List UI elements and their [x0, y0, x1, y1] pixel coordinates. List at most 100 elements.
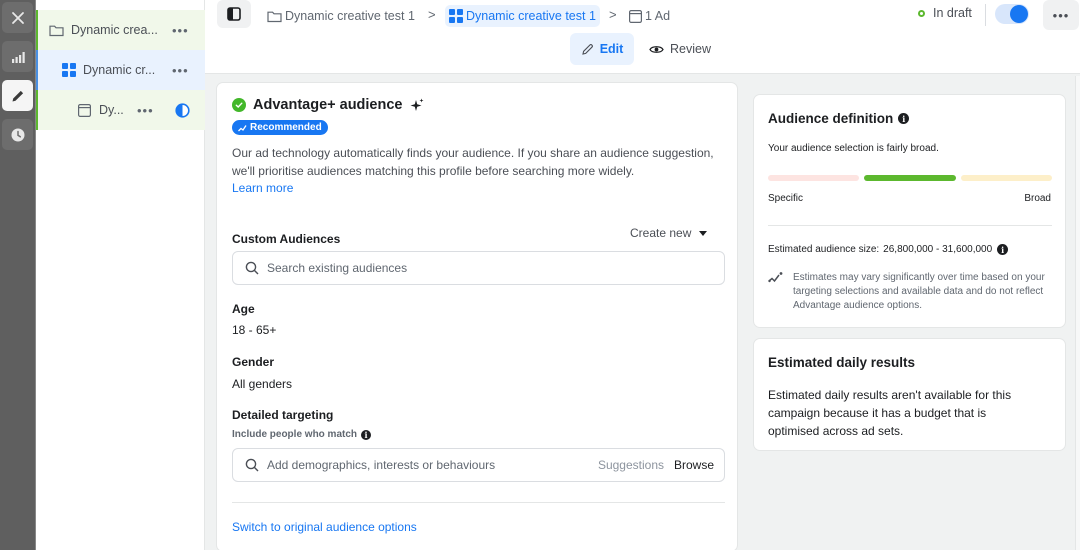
ad-icon — [78, 103, 91, 117]
suggestions-button[interactable]: Suggestions — [598, 458, 664, 472]
custom-audience-search[interactable] — [232, 251, 725, 285]
history-button[interactable] — [2, 119, 33, 150]
info-icon[interactable]: i — [997, 244, 1009, 255]
ad-icon — [629, 9, 642, 23]
breadcrumb-label: Dynamic creative test 1 — [285, 9, 415, 23]
age-label: Age — [232, 302, 255, 316]
close-button[interactable] — [2, 2, 33, 33]
section-title-text: Advantage+ audience — [253, 97, 403, 113]
tree-item-campaign[interactable]: Dynamic crea... ••• — [36, 10, 205, 50]
breadcrumb-separator: > — [428, 7, 436, 22]
age-value[interactable]: 18 - 65+ — [232, 323, 276, 337]
meter-segment-specific — [768, 175, 859, 181]
estimated-daily-results-card: Estimated daily results Estimated daily … — [753, 338, 1066, 451]
status-label: In draft — [933, 6, 972, 20]
description: Our ad technology automatically finds yo… — [232, 145, 732, 198]
pencil-icon — [581, 43, 593, 55]
learn-more-link[interactable]: Learn more — [232, 181, 293, 195]
estimate-note-text: Estimates may vary significantly over ti… — [793, 272, 1045, 311]
tree-item-ad-set[interactable]: Dynamic cr... ••• — [36, 50, 205, 90]
estimated-audience-size: Estimated audience size: 26,800,000 - 31… — [768, 244, 1009, 255]
card-title: Estimated daily results — [768, 355, 916, 370]
divider — [985, 4, 986, 26]
caret-down-icon — [699, 230, 708, 236]
tree-item-label: Dynamic cr... — [83, 63, 156, 77]
pencil-icon — [12, 90, 23, 101]
info-icon[interactable]: i — [898, 113, 910, 124]
include-label-text: Include people who match — [232, 429, 358, 440]
audience-definition-card: Audience definition i Your audience sele… — [753, 94, 1066, 328]
breadcrumb-label: 1 Ad — [645, 9, 671, 23]
campaign-tree: Dynamic crea... ••• Dynamic cr... ••• Dy… — [36, 0, 205, 550]
ad-on-off-toggle[interactable] — [995, 4, 1029, 24]
breadcrumb-separator: > — [609, 7, 617, 22]
close-icon — [11, 11, 24, 24]
grid-icon — [62, 63, 76, 77]
eye-icon — [649, 45, 664, 53]
gender-label: Gender — [232, 355, 275, 369]
detailed-targeting-label: Detailed targeting — [232, 408, 334, 422]
tree-item-ad[interactable]: Dy... ••• — [36, 90, 205, 130]
status-dot-icon — [918, 9, 925, 17]
section-title: Advantage+ audience — [232, 97, 424, 113]
gender-value[interactable]: All genders — [232, 377, 292, 391]
estimated-size-label: Estimated audience size: — [768, 244, 880, 255]
toggle-panel-button[interactable] — [217, 0, 251, 28]
switch-audience-options-link[interactable]: Switch to original audience options — [232, 520, 417, 534]
tree-item-label: Dynamic crea... — [71, 23, 158, 37]
estimate-note: Estimates may vary significantly over ti… — [768, 271, 1051, 313]
more-options-button[interactable]: ••• — [172, 63, 189, 78]
clock-icon — [11, 128, 24, 141]
review-tab[interactable]: Review — [649, 33, 711, 65]
card-title: Audience definition i — [768, 111, 910, 126]
more-options-button[interactable]: ••• — [172, 23, 189, 38]
edit-mode-button[interactable] — [2, 80, 33, 111]
badge-label: Recommended — [250, 122, 322, 133]
include-label: Include people who match i — [232, 429, 372, 440]
top-bar: Dynamic creative test 1 > Dynamic creati… — [205, 0, 1080, 74]
meter-segment-middle — [864, 175, 956, 181]
divider — [232, 502, 725, 503]
breadcrumb-ad-set[interactable]: Dynamic creative test 1 — [445, 5, 600, 27]
folder-icon — [267, 11, 282, 22]
trend-icon — [238, 124, 247, 131]
insights-button[interactable] — [2, 41, 33, 72]
left-rail — [0, 0, 36, 550]
audience-summary: Your audience selection is fairly broad. — [768, 143, 939, 154]
browse-button[interactable]: Browse — [674, 458, 714, 472]
trend-icon — [768, 272, 783, 283]
sidebar-icon — [227, 7, 241, 21]
breadcrumb-label: Dynamic creative test 1 — [466, 9, 596, 23]
audience-breadth-meter — [768, 175, 1052, 181]
breadcrumb-campaign[interactable]: Dynamic creative test 1 — [267, 5, 415, 27]
advantage-audience-card: Advantage+ audience Recommended Our ad t… — [216, 82, 738, 550]
status-indicator: In draft — [918, 6, 972, 20]
edit-tab[interactable]: Edit — [570, 33, 634, 65]
bar-chart-icon — [11, 51, 25, 63]
estimated-size-value: 26,800,000 - 31,600,000 — [883, 244, 993, 255]
half-circle-icon — [175, 102, 190, 118]
meter-segment-broad — [961, 175, 1052, 181]
detailed-targeting-input[interactable] — [267, 458, 587, 472]
edit-tab-label: Edit — [599, 42, 624, 56]
detailed-targeting-search[interactable]: Suggestions Browse — [232, 448, 725, 482]
custom-audiences-label: Custom Audiences — [232, 232, 341, 246]
create-new-dropdown[interactable]: Create new — [630, 226, 708, 240]
sparkle-icon — [410, 98, 424, 111]
breadcrumb-ad[interactable]: 1 Ad — [629, 5, 670, 27]
info-icon[interactable]: i — [361, 429, 372, 440]
more-options-button[interactable]: ••• — [137, 103, 154, 118]
scrollbar-track[interactable] — [1075, 76, 1080, 550]
tree-item-label: Dy... — [99, 103, 124, 117]
ads-manager-editor: Dynamic crea... ••• Dynamic cr... ••• Dy… — [0, 0, 1080, 550]
recommended-badge: Recommended — [232, 120, 328, 135]
review-tab-label: Review — [670, 42, 711, 56]
description-text: Our ad technology automatically finds yo… — [232, 146, 714, 178]
custom-audience-search-input[interactable] — [267, 261, 587, 275]
check-circle-icon — [232, 98, 246, 112]
toggle-knob — [1010, 5, 1028, 23]
more-options-button[interactable]: ••• — [1043, 0, 1079, 30]
search-icon — [245, 458, 259, 472]
grid-icon — [449, 9, 463, 23]
folder-icon — [49, 25, 64, 36]
